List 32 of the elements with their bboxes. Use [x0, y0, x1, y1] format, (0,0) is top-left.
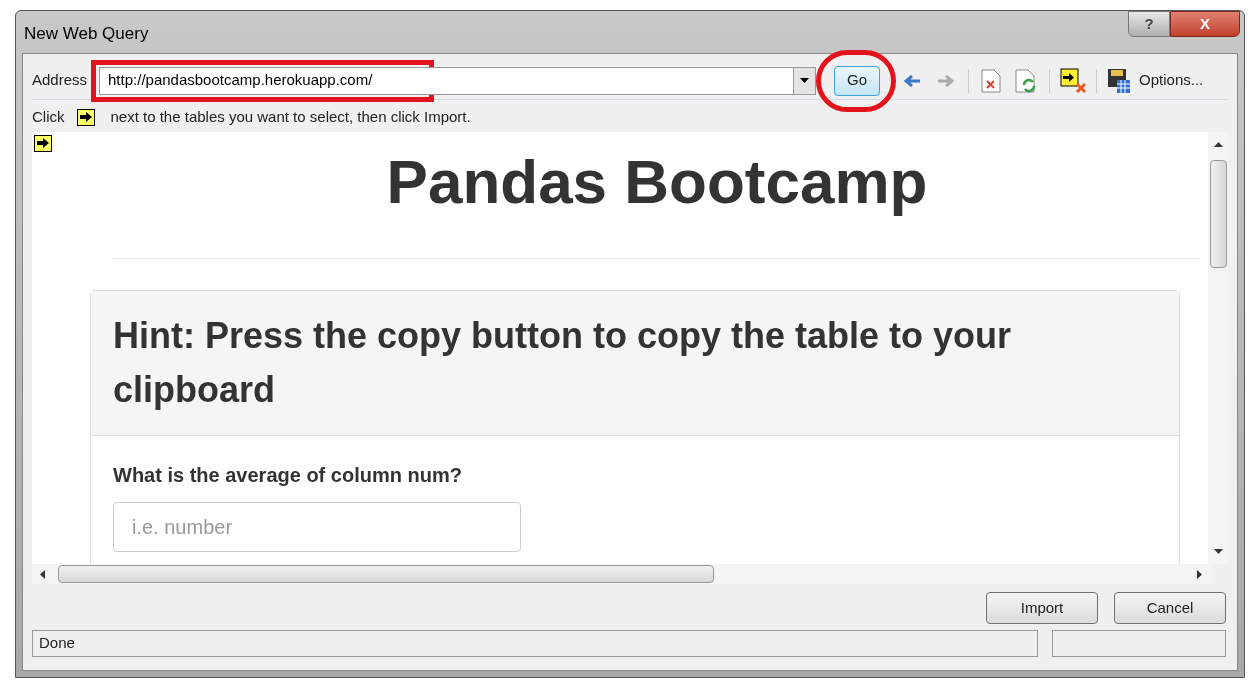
dropdown-caret-icon — [800, 78, 810, 83]
scroll-left-icon[interactable] — [40, 569, 45, 579]
address-label: Address — [32, 70, 88, 91]
scroll-up-icon[interactable] — [1213, 142, 1223, 147]
dropdown-button[interactable] — [793, 67, 816, 94]
dialog-button[interactable]: Import — [986, 592, 1098, 624]
page-title: Pandas Bootcamp — [385, 146, 929, 218]
hide-arrows-icon[interactable] — [1060, 67, 1087, 94]
instruction-text: next to the tables you want to select, then click Import. — [110, 106, 471, 127]
address-value: http://pandasbootcamp.herokuapp.com/ — [108, 70, 373, 91]
scroll-thumb[interactable] — [58, 565, 714, 583]
question-label: What is the average of column num? — [113, 463, 463, 488]
document-stop-icon[interactable] — [981, 68, 1002, 93]
dialog-button[interactable]: Cancel — [1114, 592, 1226, 624]
scroll-right-icon[interactable] — [1197, 569, 1202, 579]
window-title: New Web Query — [24, 23, 149, 45]
address-field[interactable]: http://pandasbootcamp.herokuapp.com/ — [99, 66, 817, 95]
answer-field[interactable]: i.e. number — [113, 502, 521, 552]
scroll-thumb[interactable] — [1209, 160, 1227, 268]
horizontal-scrollbar[interactable] — [32, 564, 1212, 584]
panel-heading: Hint: Press the copy button to copy the table to your clipboard — [113, 314, 1013, 412]
close-button[interactable]: X — [1170, 11, 1240, 37]
help-button[interactable]: ? — [1128, 11, 1170, 37]
instruction-text: Click — [32, 106, 65, 127]
back-arrow-icon[interactable] — [904, 74, 921, 87]
vertical-scrollbar[interactable] — [1208, 132, 1228, 564]
scroll-down-icon[interactable] — [1213, 549, 1223, 554]
go-button[interactable]: Go — [834, 65, 881, 96]
save-query-icon[interactable] — [1107, 67, 1132, 94]
status-text: Done — [39, 633, 75, 654]
options-button[interactable]: Options... — [1139, 69, 1204, 92]
document-refresh-icon[interactable] — [1015, 68, 1038, 93]
